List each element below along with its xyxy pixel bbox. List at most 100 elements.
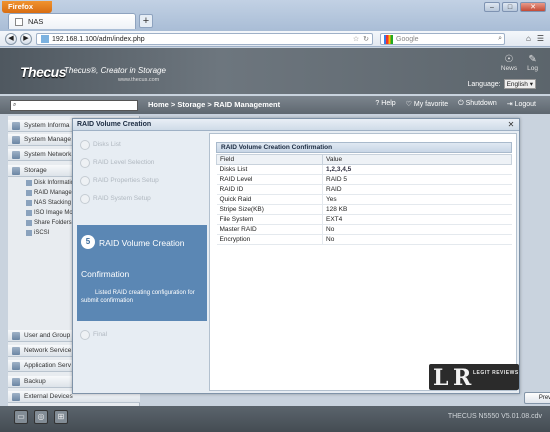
help-link[interactable]: ? Help xyxy=(375,100,395,108)
search-placeholder: Google xyxy=(396,35,419,43)
step-label: Final xyxy=(93,331,108,338)
storage-icon xyxy=(12,167,20,175)
field-cell: Disks List xyxy=(216,164,323,175)
new-tab-button[interactable]: + xyxy=(139,14,153,28)
value-cell: RAID 5 xyxy=(322,174,512,185)
favorite-label: My favorite xyxy=(413,101,449,108)
menu-icon[interactable]: ☰ xyxy=(537,34,544,43)
tab-title: NAS xyxy=(28,17,44,26)
close-window-icon[interactable]: ✕ xyxy=(520,2,546,12)
sidebar-sub-disk-information[interactable]: Disk Information xyxy=(26,180,77,186)
wizard-step: Disks List xyxy=(77,140,205,150)
site-identity-icon xyxy=(41,35,49,43)
sidebar-sub-iso-image[interactable]: ISO Image Mou xyxy=(26,210,76,216)
info-icon xyxy=(12,122,20,130)
value-cell: 128 KB xyxy=(322,204,512,215)
log-label: Log xyxy=(527,65,538,72)
watermark-letter-r: R xyxy=(453,365,472,391)
active-wizard-step: 5 RAID Volume Creation Confirmation List… xyxy=(77,225,207,321)
firmware-version: THECUS N5550 V5.01.08.cdv xyxy=(447,413,542,420)
field-cell: Master RAID xyxy=(216,224,323,235)
search-icon: ⌕ xyxy=(13,102,17,108)
maximize-icon[interactable]: □ xyxy=(502,2,518,12)
table-row: Stripe Size(KB) 128 KB xyxy=(216,204,512,215)
address-bar[interactable]: 192.168.1.100/adm/index.php ☆ ↻ xyxy=(36,33,373,45)
navigation-toolbar: ◀ ▶ 192.168.1.100/adm/index.php ☆ ↻ Goog… xyxy=(0,31,550,47)
news-link[interactable]: ☉ News xyxy=(501,54,517,72)
table-row: RAID Level RAID 5 xyxy=(216,174,512,185)
user-icon xyxy=(12,332,20,340)
legit-reviews-watermark: L R LEGIT REVIEWS xyxy=(429,364,519,391)
step-circle-icon xyxy=(80,330,90,340)
folder-icon xyxy=(26,220,32,226)
wizard-step-final: Final xyxy=(77,330,205,340)
language-select[interactable]: English ▾ xyxy=(503,79,536,89)
system-icon xyxy=(12,136,20,144)
breadcrumb: Home > Storage > RAID Management xyxy=(148,100,281,109)
table-row: Quick Raid Yes xyxy=(216,194,512,205)
search-input[interactable]: Google ⌕ xyxy=(380,33,505,45)
google-icon xyxy=(384,34,393,44)
firefox-menu-button[interactable]: Firefox xyxy=(2,1,52,13)
step-label: Disks List xyxy=(93,141,121,148)
bookmark-star-icon[interactable]: ☆ xyxy=(353,35,359,43)
browser-tab[interactable]: NAS xyxy=(8,13,136,29)
logout-label: Logout xyxy=(514,101,536,108)
log-link[interactable]: ✎ Log xyxy=(527,54,538,72)
logout-link[interactable]: ⇥ Logout xyxy=(507,100,536,108)
wizard-step: RAID System Setup xyxy=(77,194,205,204)
iscsi-icon xyxy=(26,230,32,236)
search-icon[interactable]: ⌕ xyxy=(498,35,504,43)
sidebar-item-label: System Manage xyxy=(24,136,71,143)
favorite-link[interactable]: ♡ My favorite xyxy=(406,100,448,108)
sub-label: ISO Image Mou xyxy=(34,210,77,216)
table-row: Master RAID No xyxy=(216,224,512,235)
disk-status-icon[interactable]: ◎ xyxy=(34,410,48,424)
menu-search-input[interactable]: ⌕ xyxy=(10,100,138,111)
raid-icon xyxy=(26,190,32,196)
value-cell: No xyxy=(322,224,512,235)
sidebar-sub-nas-stacking[interactable]: NAS Stacking xyxy=(26,200,71,206)
network-status-icon[interactable]: ⊞ xyxy=(54,410,68,424)
watermark-letter-l: L xyxy=(433,365,449,391)
step-circle-icon xyxy=(80,194,90,204)
field-cell: RAID ID xyxy=(216,184,323,195)
step-circle-icon xyxy=(80,176,90,186)
table-row: Encryption No xyxy=(216,234,512,245)
home-icon[interactable]: ⌂ xyxy=(526,34,531,43)
value-cell: Yes xyxy=(322,194,512,205)
field-cell: Quick Raid xyxy=(216,194,323,205)
news-label: News xyxy=(500,65,518,72)
monitor-icon[interactable]: ▭ xyxy=(14,410,28,424)
confirmation-table: Field Value Disks List 1,2,3,4,5 RAID Lev… xyxy=(216,154,512,245)
sidebar-item-label: User and Group xyxy=(24,332,71,339)
active-step-description: Listed RAID creating configuration for s… xyxy=(81,290,195,304)
field-cell: RAID Level xyxy=(216,174,323,185)
url-text: 192.168.1.100/adm/index.php xyxy=(52,35,145,43)
sidebar-sub-iscsi[interactable]: iSCSI xyxy=(26,230,49,236)
active-step-title: RAID Volume Creation xyxy=(99,238,185,248)
sidebar-item-label: Application Serv xyxy=(24,362,71,369)
rss-icon: ☉ xyxy=(504,54,514,65)
shutdown-link[interactable]: ⏻ Shutdown xyxy=(458,100,497,108)
back-arrow-icon[interactable]: ◀ xyxy=(5,33,17,45)
sidebar-item-label: External Devices xyxy=(24,393,73,400)
site-url: www.thecus.com xyxy=(118,77,160,83)
close-icon[interactable]: ✕ xyxy=(506,120,516,130)
forward-arrow-icon[interactable]: ▶ xyxy=(20,33,32,45)
sidebar-sub-share-folders[interactable]: Share Folders xyxy=(26,220,72,226)
stack-icon xyxy=(26,200,32,206)
sidebar-item-label: Backup xyxy=(24,378,46,385)
minimize-icon[interactable]: – xyxy=(484,2,500,12)
table-row: File System EXT4 xyxy=(216,214,512,225)
table-header-row: Field Value xyxy=(216,154,512,165)
value-cell: RAID xyxy=(322,184,512,195)
dialog-title: RAID Volume Creation xyxy=(73,119,519,131)
confirmation-panel: RAID Volume Creation Confirmation Field … xyxy=(209,133,550,404)
wizard-steps: Disks List RAID Level Selection RAID Pro… xyxy=(77,135,207,390)
sidebar-item-label: Network Service xyxy=(24,347,72,354)
table-row: RAID ID RAID xyxy=(216,184,512,195)
prev-button[interactable]: Prev xyxy=(524,392,550,404)
column-header-field: Field xyxy=(216,154,323,165)
reload-icon[interactable]: ↻ xyxy=(363,35,369,43)
